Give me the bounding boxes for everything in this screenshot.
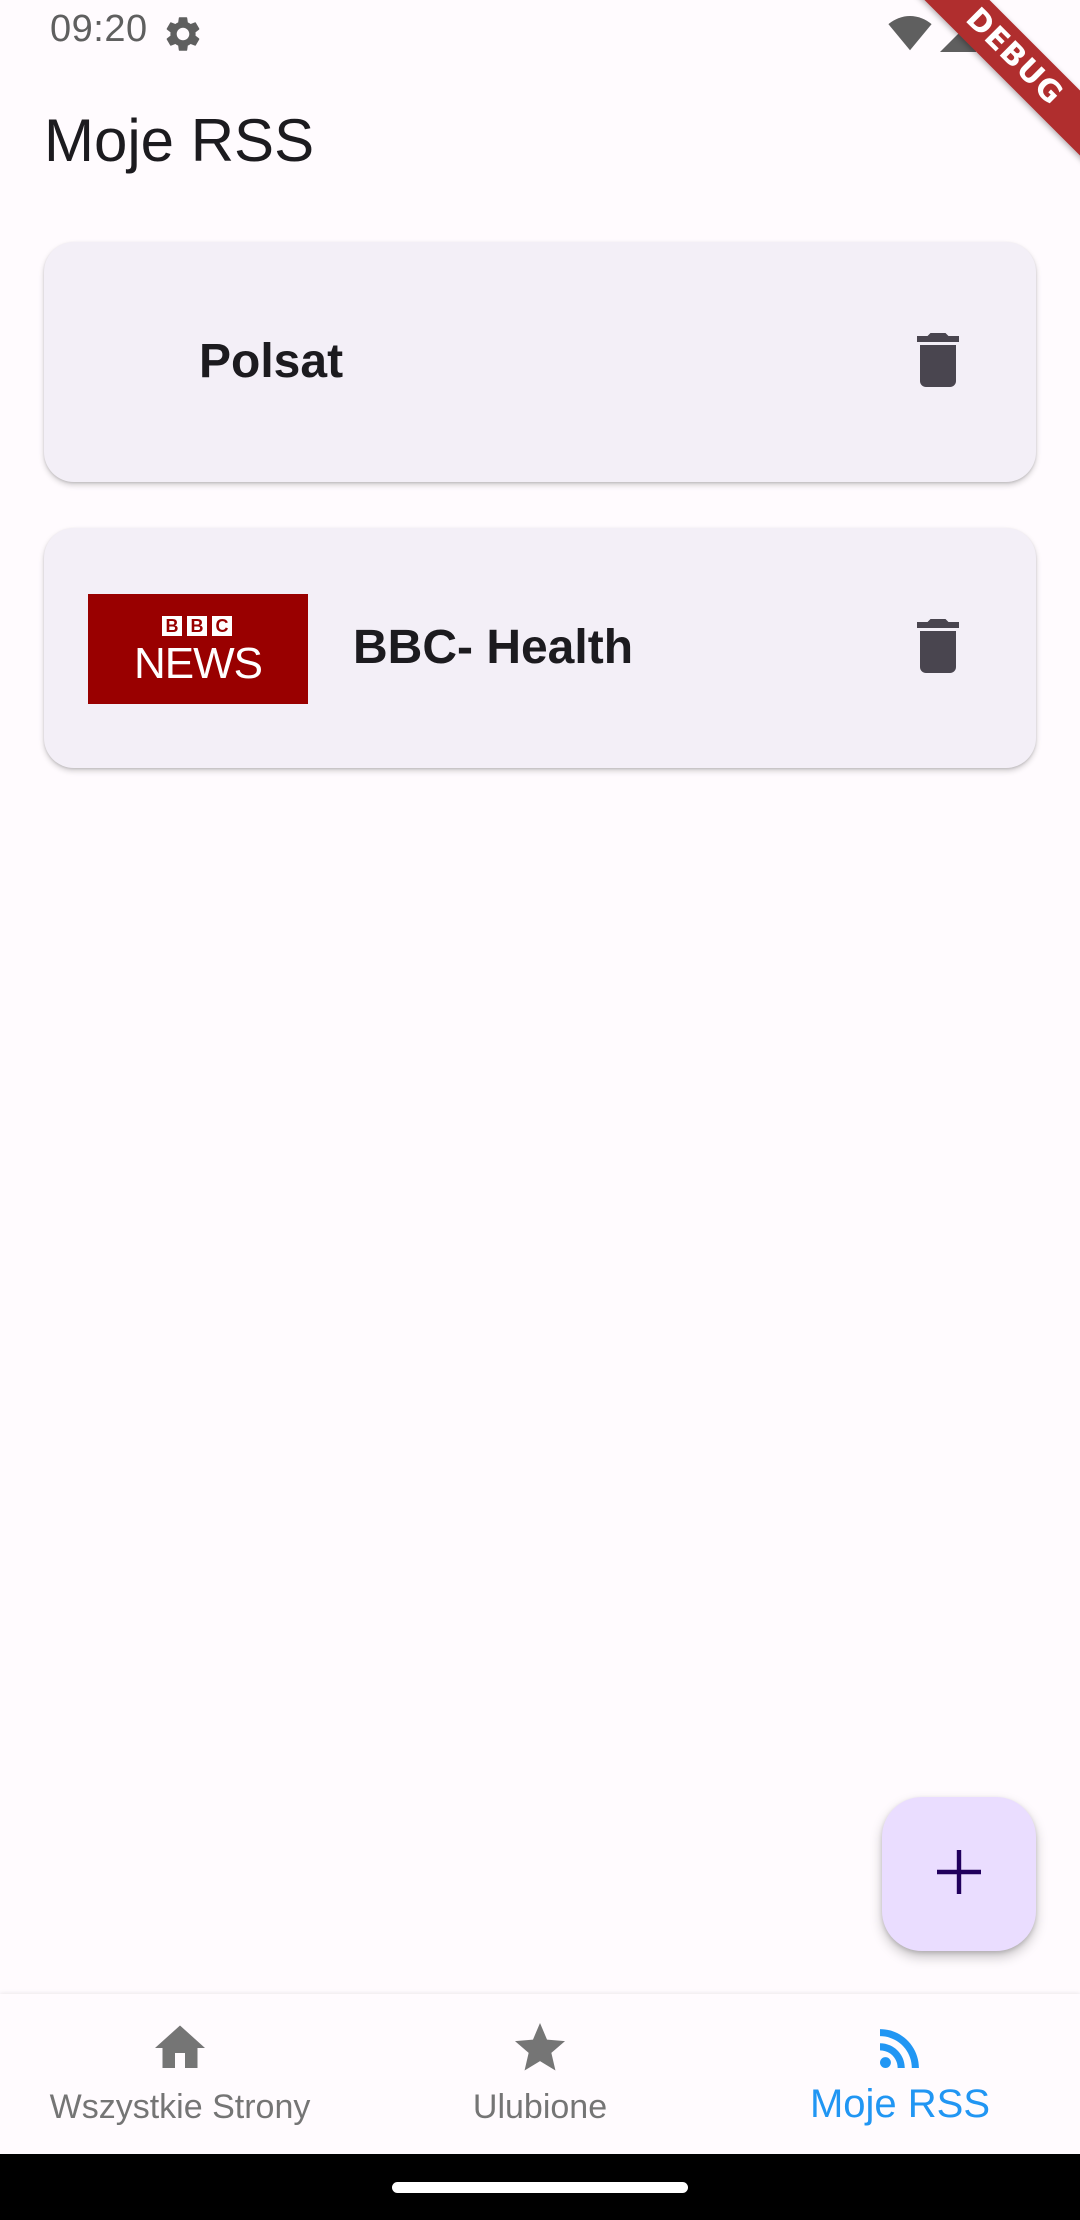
- home-icon: [150, 2018, 210, 2078]
- nav-item-favorites[interactable]: Ulubione: [360, 1994, 720, 2154]
- delete-button[interactable]: [908, 618, 968, 678]
- status-bar: 09:20: [0, 0, 1080, 66]
- bbc-block: C: [212, 616, 232, 636]
- bbc-blocks: B B C: [162, 616, 232, 636]
- screen: 09:20 DEBUG Moje RSS Polsat B B C NEWS B…: [0, 0, 1080, 2220]
- status-time: 09:20: [50, 8, 148, 50]
- gear-icon: [162, 13, 204, 55]
- trash-icon: [916, 618, 960, 678]
- wifi-icon: [888, 16, 932, 52]
- bbc-news-logo: B B C NEWS: [88, 594, 308, 704]
- nav-label: Moje RSS: [809, 2082, 991, 2126]
- rss-icon: [870, 2018, 930, 2078]
- home-indicator[interactable]: [392, 2182, 688, 2193]
- bbc-news-text: NEWS: [134, 639, 263, 688]
- nav-item-my-rss[interactable]: Moje RSS: [720, 1994, 1080, 2154]
- trash-icon: [916, 332, 960, 392]
- feed-title: Polsat: [199, 335, 344, 388]
- bbc-block: B: [162, 616, 182, 636]
- page-title: Moje RSS: [44, 107, 315, 174]
- nav-label: Ulubione: [472, 2088, 608, 2126]
- feed-card[interactable]: Polsat: [44, 242, 1036, 482]
- delete-button[interactable]: [908, 332, 968, 392]
- star-icon: [510, 2018, 570, 2078]
- bottom-navigation: Wszystkie Strony Ulubione Moje RSS: [0, 1994, 1080, 2154]
- add-feed-button[interactable]: [882, 1797, 1036, 1951]
- bbc-block: B: [187, 616, 207, 636]
- plus-icon: [937, 1849, 981, 1899]
- nav-item-all-pages[interactable]: Wszystkie Strony: [0, 1994, 360, 2154]
- nav-label: Wszystkie Strony: [49, 2088, 311, 2126]
- feed-title: BBC- Health: [353, 621, 634, 674]
- system-navigation-bar: [0, 2154, 1080, 2220]
- feed-card[interactable]: B B C NEWS BBC- Health: [44, 528, 1036, 768]
